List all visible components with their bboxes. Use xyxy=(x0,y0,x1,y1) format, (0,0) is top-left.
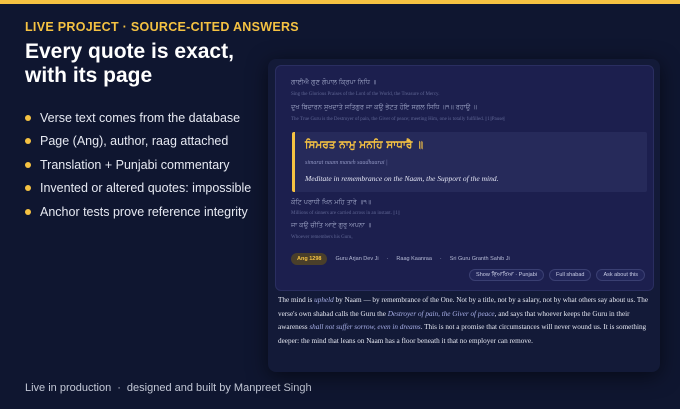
full-shabad-button[interactable]: Full shabad xyxy=(549,269,592,281)
source-label: Sri Guru Granth Sahib Ji xyxy=(449,256,510,262)
feature-item: Anchor tests prove reference integrity xyxy=(25,200,265,224)
verse-gurmukhi: ਜਾ ਕਉ ਚੀਤਿ ਆਏ ਗੁਰੁ ਅਪਨਾ ॥ xyxy=(291,221,372,229)
verse-translation: Whoever remembers his Guru, xyxy=(291,235,353,240)
bullet-dot-icon xyxy=(25,138,31,145)
footer-separator: · xyxy=(117,382,121,394)
footer-status: Live in production xyxy=(25,382,112,394)
highlight-transliteration: simarat naam maneh saadhaarai | xyxy=(305,160,388,166)
commentary-emphasis: upheld xyxy=(314,296,334,304)
verse-actions: Show ਵਿਆਖਿਆ · Punjabi Full shabad Ask ab… xyxy=(464,269,645,281)
feature-list: Verse text comes from the database Page … xyxy=(25,106,265,224)
headline: Every quote is exact, with its page xyxy=(25,40,234,87)
commentary-text: The mind is upheld by Naam — by remembra… xyxy=(278,294,654,348)
bullet-dot-icon xyxy=(25,185,31,192)
ask-about-this-button[interactable]: Ask about this xyxy=(596,269,645,281)
footer-credit: Live in production · designed and built by… xyxy=(25,382,312,394)
raag-label: Raag Kaanraa xyxy=(396,256,432,262)
top-accent-bar xyxy=(0,0,680,4)
shabad-panel: ਗਾਈਐ ਗੁਣ ਗੋਪਾਲ ਕ੍ਰਿਪਾ ਨਿਧਿ ॥ Sing the Gl… xyxy=(275,65,654,291)
meta-separator: · xyxy=(386,256,389,262)
verse-translation: The True Guru is the Destroyer of pain, … xyxy=(291,117,506,122)
feature-item: Page (Ang), author, raag attached xyxy=(25,130,265,154)
feature-text: Verse text comes from the database xyxy=(40,110,241,125)
bullet-dot-icon xyxy=(25,114,31,121)
eyebrow-label: LIVE PROJECT · SOURCE-CITED ANSWERS xyxy=(25,20,299,34)
feature-text: Invented or altered quotes: impossible xyxy=(40,181,252,196)
verse-translation: Sing the Glorious Praises of the Lord of… xyxy=(291,92,440,97)
citation-meta: Ang 1298 Guru Arjan Dev Ji · Raag Kaanra… xyxy=(291,252,646,266)
bullet-dot-icon xyxy=(25,161,31,168)
verse-gurmukhi: ਗਾਈਐ ਗੁਣ ਗੋਪਾਲ ਕ੍ਰਿਪਾ ਨਿਧਿ ॥ xyxy=(291,78,377,86)
footer-author: designed and built by Manpreet Singh xyxy=(126,382,312,394)
feature-item: Verse text comes from the database xyxy=(25,106,265,130)
highlighted-verse: ਸਿਮਰਤ ਨਾਮੁ ਮਨਹਿ ਸਾਧਾਰੈ ॥ simarat naam ma… xyxy=(292,132,647,192)
meta-separator: · xyxy=(439,256,442,262)
verse-translation: Millions of sinners are carried across i… xyxy=(291,211,400,216)
show-punjabi-commentary-button[interactable]: Show ਵਿਆਖਿਆ · Punjabi xyxy=(469,269,545,281)
commentary-emphasis: shall not suffer sorrow, even in dreams xyxy=(309,323,421,332)
highlight-translation: Meditate in remembrance on the Naam, the… xyxy=(305,174,499,183)
feature-text: Anchor tests prove reference integrity xyxy=(40,204,248,219)
bullet-dot-icon xyxy=(25,208,31,215)
author-label: Guru Arjan Dev Ji xyxy=(335,256,379,262)
verse-gurmukhi: ਕੋਟਿ ਪਰਾਧੀ ਖਿਨ ਮਹਿ ਤਾਰੇ ॥੧॥ xyxy=(291,198,372,206)
verse-gurmukhi: ਦੁਖ ਬਿਦਾਰਨ ਸੁਖਦਾਤੇ ਸਤਿਗੁਰ ਜਾ ਕਉ ਭੇਟਤ ਹੋਇ… xyxy=(291,103,477,111)
commentary-emphasis: Destroyer of pain, the Giver of peace xyxy=(387,309,495,318)
feature-item: Invented or altered quotes: impossible xyxy=(25,177,265,201)
ang-badge: Ang 1298 xyxy=(291,253,328,265)
feature-item: Translation + Punjabi commentary xyxy=(25,153,265,177)
answer-card: ਗਾਈਐ ਗੁਣ ਗੋਪਾਲ ਕ੍ਰਿਪਾ ਨਿਧਿ ॥ Sing the Gl… xyxy=(268,59,660,372)
feature-text: Translation + Punjabi commentary xyxy=(40,157,230,172)
feature-text: Page (Ang), author, raag attached xyxy=(40,134,229,149)
commentary-run: The mind is xyxy=(278,296,315,304)
highlight-gurmukhi: ਸਿਮਰਤ ਨਾਮੁ ਮਨਹਿ ਸਾਧਾਰੈ ॥ xyxy=(305,139,424,151)
